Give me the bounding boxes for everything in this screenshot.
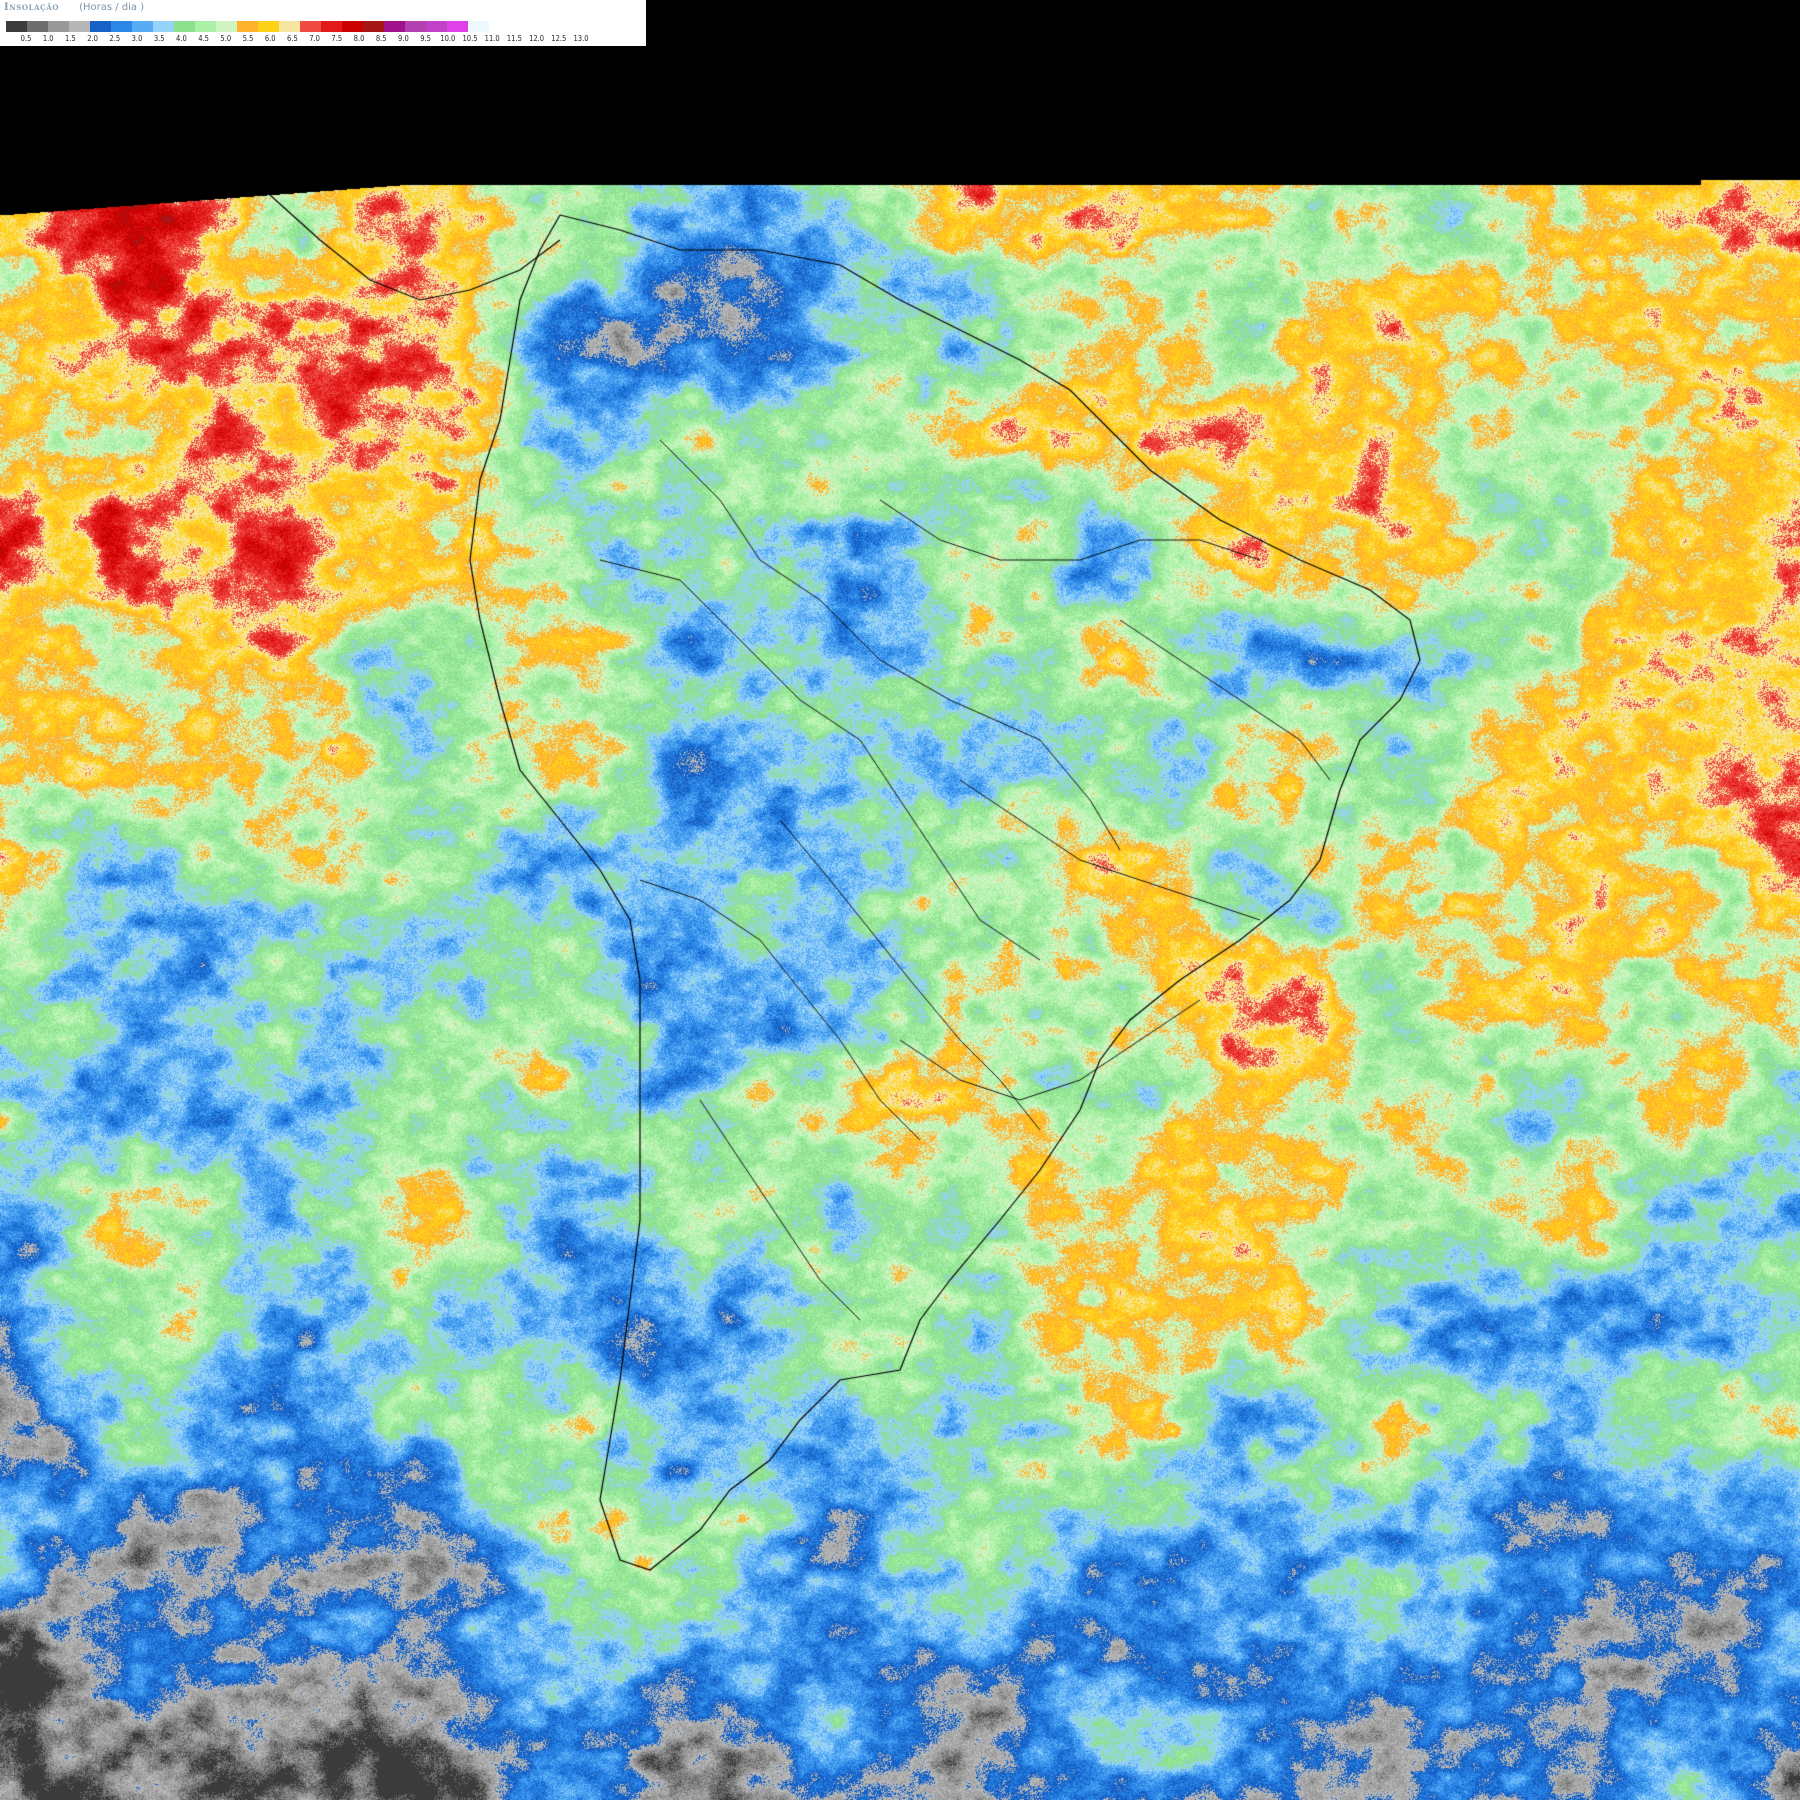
legend-tick-label: 10.5 bbox=[462, 34, 478, 43]
legend-swatch bbox=[300, 21, 321, 32]
legend-swatch bbox=[405, 21, 426, 32]
legend-swatch bbox=[447, 21, 468, 32]
legend-swatch bbox=[237, 21, 258, 32]
legend-tick-label: 4.5 bbox=[198, 34, 209, 43]
legend-tick-label: 1.0 bbox=[42, 34, 54, 43]
legend-tick-label: 2.0 bbox=[87, 34, 98, 43]
legend-tick-label: 12.0 bbox=[529, 34, 545, 43]
legend-tick-label: 3.5 bbox=[153, 34, 165, 43]
legend-tick-label: 5.0 bbox=[220, 34, 232, 43]
legend-header: Insolação (Horas / dia ) bbox=[4, 2, 642, 18]
legend-swatch bbox=[195, 21, 216, 32]
legend-tick-label: 13.0 bbox=[573, 34, 589, 43]
legend-swatch bbox=[69, 21, 90, 32]
legend-tick-label: 11.5 bbox=[506, 34, 522, 43]
legend-tick-labels: 0.5 1.0 1.5 2.0 2.5 3.0 3.5 4.0 4.5 5.0 5.5 6.0 6.5 7… bbox=[6, 34, 646, 44]
legend-tick-label: 8.0 bbox=[353, 34, 365, 43]
legend-swatch bbox=[6, 21, 27, 32]
legend-tick-label: 3.0 bbox=[131, 34, 143, 43]
legend-tick-label: 11.0 bbox=[484, 34, 500, 43]
legend-tick-label: 9.0 bbox=[398, 34, 409, 43]
legend-tick-label: 6.0 bbox=[264, 34, 276, 43]
legend-unit: (Horas / dia ) bbox=[79, 2, 145, 13]
legend-tick-label: 10.0 bbox=[440, 34, 456, 43]
legend-swatch bbox=[426, 21, 447, 32]
legend-tick-label: 2.5 bbox=[109, 34, 121, 43]
legend-tick-label: 12.5 bbox=[551, 34, 567, 43]
legend-tick-label: 9.5 bbox=[420, 34, 431, 43]
legend-tick-label: 1.5 bbox=[65, 34, 76, 43]
legend-tick-label: 5.5 bbox=[242, 34, 254, 43]
legend-swatch bbox=[279, 21, 300, 32]
legend-swatch bbox=[90, 21, 111, 32]
legend-swatch bbox=[216, 21, 237, 32]
legend-tick-label: 8.5 bbox=[375, 34, 387, 43]
legend-swatch bbox=[363, 21, 384, 32]
legend-swatch bbox=[48, 21, 69, 32]
legend-tick-label: 7.5 bbox=[331, 34, 343, 43]
insolation-map bbox=[0, 0, 1800, 1800]
legend-tick-label: 4.0 bbox=[176, 34, 187, 43]
legend-swatch bbox=[321, 21, 342, 32]
legend-swatch bbox=[258, 21, 279, 32]
legend-tick-label: 6.5 bbox=[287, 34, 298, 43]
legend-tick-label: 0.5 bbox=[20, 34, 32, 43]
legend-swatch bbox=[111, 21, 132, 32]
legend-color-scale bbox=[6, 21, 510, 32]
legend-tick-label: 7.0 bbox=[309, 34, 320, 43]
legend-swatch bbox=[342, 21, 363, 32]
legend-swatch bbox=[489, 21, 510, 32]
legend-swatch bbox=[27, 21, 48, 32]
legend-swatch bbox=[174, 21, 195, 32]
insolation-legend: Insolação (Horas / dia ) 0.5 1.0 1.5 2.0 2.5… bbox=[0, 0, 646, 46]
legend-swatch bbox=[384, 21, 405, 32]
legend-swatch bbox=[468, 21, 489, 32]
legend-swatch bbox=[153, 21, 174, 32]
legend-title: Insolação bbox=[4, 2, 60, 13]
legend-swatch bbox=[132, 21, 153, 32]
